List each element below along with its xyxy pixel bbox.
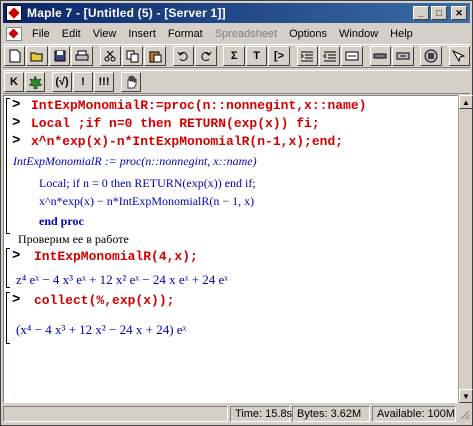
context-toolbar: K (√) ! !!!: [3, 70, 470, 94]
k-button[interactable]: K: [4, 72, 24, 92]
menu-window[interactable]: Window: [333, 28, 384, 40]
title-bar[interactable]: Maple 7 - [Untitled (5) - [Server 1]] _ …: [3, 3, 470, 23]
menu-edit[interactable]: Edit: [56, 28, 87, 40]
menu-view[interactable]: View: [87, 28, 123, 40]
text-paragraph[interactable]: Проверим ее в работе: [18, 232, 129, 247]
prompt-marker: >: [12, 292, 21, 308]
indent-icon[interactable]: [296, 46, 318, 66]
status-time: Time: 15.8s: [230, 406, 292, 422]
main-toolbar: Σ T [>: [3, 44, 471, 68]
menu-spreadsheet[interactable]: Spreadsheet: [209, 28, 283, 40]
stop-icon[interactable]: [420, 46, 442, 66]
output-line: (x⁴ − 4 x³ + 12 x² − 24 x + 24) eˣ: [16, 322, 187, 337]
undo-icon[interactable]: [172, 46, 195, 66]
maple-logo-icon[interactable]: [6, 5, 22, 21]
restart-button[interactable]: (√): [52, 72, 72, 92]
output-line: Local; if n = 0 then RETURN(exp(x)) end …: [39, 176, 256, 190]
execute-all-button[interactable]: !!!: [94, 72, 114, 92]
close-button[interactable]: ✕: [451, 6, 467, 20]
text-mode-button[interactable]: T: [245, 46, 268, 66]
menu-options[interactable]: Options: [283, 28, 333, 40]
help-pointer-icon[interactable]: [448, 46, 471, 66]
output-line: x^n*exp(x) − n*IntExpMonomialR(n − 1, x): [39, 194, 255, 208]
execution-group-bracket[interactable]: [6, 248, 10, 288]
maple-window: Maple 7 - [Untitled (5) - [Server 1]] _ …: [0, 0, 473, 426]
scroll-down-icon[interactable]: ▼: [459, 389, 473, 403]
vertical-scrollbar[interactable]: ▲ ▼: [458, 95, 473, 403]
prompt-marker: >: [12, 115, 21, 131]
maple-leaf-icon[interactable]: [25, 72, 45, 92]
input-line[interactable]: IntExpMonomialR(4,x);: [34, 249, 198, 264]
resize-grip-icon[interactable]: [458, 408, 470, 420]
prompt-marker: >: [12, 97, 21, 113]
paste-icon[interactable]: [144, 46, 166, 66]
menu-file[interactable]: File: [26, 28, 56, 40]
save-icon[interactable]: [48, 46, 71, 66]
copy-icon[interactable]: [122, 46, 144, 66]
collapse-section-icon[interactable]: [341, 46, 363, 66]
execute-button[interactable]: !: [73, 72, 93, 92]
menu-format[interactable]: Format: [162, 28, 209, 40]
status-message: [3, 406, 228, 422]
menu-help[interactable]: Help: [384, 28, 419, 40]
output-line: z⁴ eˣ − 4 x³ eˣ + 12 x² eˣ − 24 x eˣ + 2…: [16, 272, 229, 287]
minus-section-icon[interactable]: [369, 46, 392, 66]
execution-group-bracket[interactable]: [6, 98, 10, 234]
prompt-marker: >: [12, 133, 21, 149]
window-title: Maple 7 - [Untitled (5) - [Server 1]]: [27, 6, 226, 20]
new-file-icon[interactable]: [4, 46, 26, 66]
open-folder-icon[interactable]: [26, 46, 48, 66]
menu-bar: File Edit View Insert Format Spreadsheet…: [3, 25, 470, 43]
input-line[interactable]: Local ;if n=0 then RETURN(exp(x)) fi;: [31, 116, 320, 131]
worksheet[interactable]: > IntExpMonomialR:=proc(n::nonnegint,x::…: [3, 95, 458, 403]
input-line[interactable]: IntExpMonomialR:=proc(n::nonnegint,x::na…: [31, 98, 366, 113]
status-available: Available: 100M: [372, 406, 456, 422]
prompt-marker: >: [12, 248, 21, 264]
input-line[interactable]: collect(%,exp(x));: [34, 293, 174, 308]
input-line[interactable]: x^n*exp(x)-n*IntExpMonomialR(n-1,x);end;: [31, 134, 343, 149]
outdent-icon[interactable]: [319, 46, 341, 66]
print-icon[interactable]: [71, 46, 93, 66]
hand-icon[interactable]: [121, 72, 141, 92]
maximize-button[interactable]: □: [431, 6, 447, 20]
sigma-button[interactable]: Σ: [223, 46, 245, 66]
expand-section-icon[interactable]: [392, 46, 414, 66]
menu-insert[interactable]: Insert: [122, 28, 162, 40]
output-line: end proc: [39, 214, 84, 228]
redo-icon[interactable]: [195, 46, 217, 66]
execution-group-bracket[interactable]: [6, 292, 10, 344]
minimize-button[interactable]: _: [413, 6, 429, 20]
document-icon[interactable]: [6, 27, 22, 41]
status-bar: Time: 15.8s Bytes: 3.62M Available: 100M: [3, 405, 470, 423]
status-bytes: Bytes: 3.62M: [292, 406, 370, 422]
cut-icon[interactable]: [99, 46, 122, 66]
scroll-up-icon[interactable]: ▲: [459, 95, 473, 109]
insert-prompt-button[interactable]: [>: [268, 46, 290, 66]
output-line: IntExpMonomialR := proc(n::nonnegint, x:…: [13, 154, 257, 168]
